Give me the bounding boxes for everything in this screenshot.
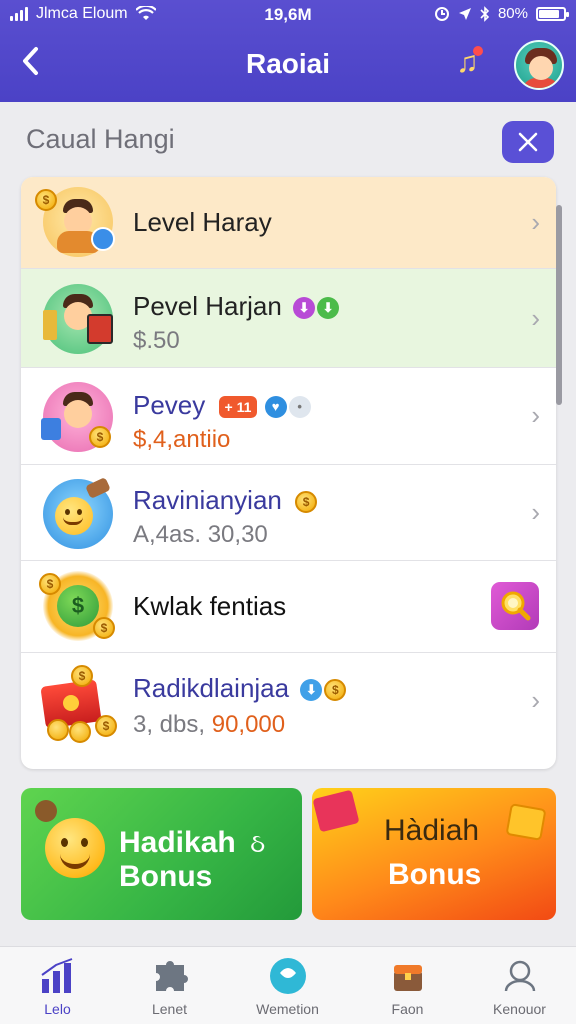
puzzle-icon bbox=[150, 957, 190, 995]
character-icon: $ bbox=[35, 187, 115, 257]
tab-label: Wemetion bbox=[256, 1001, 319, 1017]
item-price: $,4,antiio bbox=[133, 426, 231, 453]
page-title: Raoiai bbox=[245, 48, 331, 79]
red-envelope-icon: $ $ bbox=[40, 665, 117, 743]
sparkle-icon bbox=[35, 800, 57, 822]
tab-lenet[interactable]: Lenet bbox=[112, 957, 227, 1017]
coin-icon: $ bbox=[295, 491, 318, 514]
close-button[interactable] bbox=[502, 121, 554, 163]
tab-label: Faon bbox=[391, 1001, 424, 1017]
hadikah-bonus-tile[interactable]: Hadikah ઠ Bonus bbox=[21, 788, 302, 920]
location-icon bbox=[458, 7, 471, 20]
bar-chart-icon bbox=[38, 957, 78, 995]
battery-icon bbox=[536, 6, 569, 21]
heart-badge-icon: ♥ bbox=[264, 396, 287, 419]
chevron-right-icon: › bbox=[531, 207, 540, 237]
tab-faon[interactable]: Faon bbox=[350, 957, 465, 1017]
reward-list: $ Level Haray › Pevel Harjan ⬇ ⬇ $.50 › $… bbox=[21, 177, 556, 769]
tab-bar: Lelo Lenet Wemetion Faon Kenouor bbox=[0, 946, 576, 1024]
coin-icon: $ bbox=[324, 679, 347, 702]
item-name: Level Haray bbox=[133, 207, 272, 237]
battery-percent: 80% bbox=[497, 5, 528, 22]
item-price: A,4as. 30,30 bbox=[133, 521, 268, 548]
offer-pill: + 11 bbox=[218, 396, 258, 419]
list-item[interactable]: Pevel Harjan ⬇ ⬇ $.50 › bbox=[21, 269, 556, 368]
item-name: Radikdlainjaa ⬇ $ bbox=[133, 673, 347, 704]
hadiah-bonus-tile[interactable]: Hàdiah Bonus bbox=[312, 788, 556, 920]
item-price: $.50 bbox=[133, 327, 180, 354]
tile-subtitle: Bonus bbox=[119, 860, 213, 893]
chevron-right-icon: › bbox=[531, 497, 540, 527]
search-icon bbox=[501, 591, 531, 621]
notification-dot bbox=[472, 46, 483, 56]
item-name: Ravinianyian $ bbox=[133, 485, 318, 516]
gift-icon bbox=[312, 789, 360, 833]
list-item[interactable]: $ $ Radikdlainjaa ⬇ $ 3, dbs, 90,000 › bbox=[21, 653, 556, 769]
coin-box-icon bbox=[505, 803, 547, 841]
smiley-icon bbox=[45, 818, 105, 878]
list-item[interactable]: Ravinianyian $ A,4as. 30,30 › bbox=[21, 465, 556, 561]
close-icon bbox=[518, 132, 538, 152]
tab-label: Lenet bbox=[151, 1001, 188, 1017]
tab-label: Kenouor bbox=[493, 1001, 546, 1017]
tab-lelo[interactable]: Lelo bbox=[0, 957, 115, 1017]
sun-coin-icon: $ $ $ bbox=[39, 571, 115, 641]
item-name: Kwlak fentias bbox=[133, 591, 287, 621]
list-item[interactable]: $ Level Haray › bbox=[21, 177, 556, 269]
alarm-icon bbox=[434, 6, 449, 21]
teal-circle-icon bbox=[268, 957, 308, 995]
list-item[interactable]: $ $ $ Kwlak fentias bbox=[21, 561, 556, 653]
item-name: Pevey + 11 ♥ • bbox=[133, 390, 311, 421]
avatar[interactable] bbox=[514, 40, 564, 90]
purple-badge-icon: ⬇ bbox=[293, 297, 316, 320]
chevron-right-icon: › bbox=[531, 303, 540, 333]
tab-label: Lelo bbox=[44, 1001, 71, 1017]
tile-subtitle: Bonus bbox=[388, 858, 482, 891]
chevron-right-icon: › bbox=[531, 685, 540, 715]
tile-title: Hadikah ઠ bbox=[119, 826, 266, 859]
rocket-smiley-icon bbox=[43, 477, 113, 549]
search-button[interactable] bbox=[491, 582, 539, 630]
profile-icon bbox=[500, 957, 540, 995]
chevron-right-icon: › bbox=[531, 400, 540, 430]
list-item[interactable]: $ Pevey + 11 ♥ • $,4,antiio › bbox=[21, 368, 556, 465]
scrollbar[interactable] bbox=[556, 205, 562, 405]
item-price: 3, dbs, 90,000 bbox=[133, 711, 286, 738]
tab-kenouor[interactable]: Kenouor bbox=[462, 957, 576, 1017]
tab-wemetion[interactable]: Wemetion bbox=[230, 957, 345, 1017]
app-header: Jlmca Eloum 19,6M 80% Raoiai ♫ bbox=[0, 0, 576, 102]
pin-icon: • bbox=[288, 396, 311, 419]
character-icon bbox=[43, 284, 113, 354]
green-badge-icon: ⬇ bbox=[317, 297, 340, 320]
blue-badge-icon: ⬇ bbox=[300, 679, 323, 702]
tile-title: Hàdiah bbox=[384, 814, 480, 847]
character-icon: $ bbox=[41, 382, 113, 452]
bluetooth-icon bbox=[480, 5, 490, 22]
status-bar: Jlmca Eloum 19,6M 80% bbox=[0, 0, 576, 30]
section-title: Caual Hanɡi bbox=[26, 124, 175, 154]
treasure-chest-icon bbox=[388, 957, 428, 995]
music-button[interactable]: ♫ bbox=[456, 46, 483, 78]
item-name: Pevel Harjan ⬇ ⬇ bbox=[133, 291, 340, 322]
